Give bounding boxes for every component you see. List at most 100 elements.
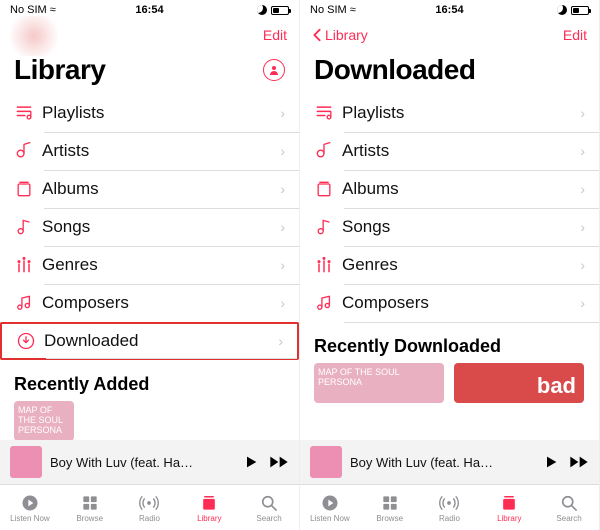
tab-radio[interactable]: Radio <box>420 485 480 530</box>
tab-listen[interactable]: Listen Now <box>300 485 360 530</box>
page-header: Downloaded <box>300 50 599 94</box>
radio-icon <box>138 493 160 513</box>
row-label: Songs <box>342 217 580 237</box>
list-row-songs[interactable]: Songs› <box>300 208 599 246</box>
clock-label: 16:54 <box>403 4 496 16</box>
list-row-artists[interactable]: Artists› <box>0 132 299 170</box>
tab-search[interactable]: Search <box>239 485 299 530</box>
now-playing-bar[interactable]: Boy With Luv (feat. Ha… <box>0 440 299 484</box>
chevron-right-icon: › <box>280 295 285 311</box>
tab-library[interactable]: Library <box>179 485 239 530</box>
tab-label: Radio <box>439 514 460 523</box>
genres-icon <box>14 255 38 275</box>
carrier-label: No SIM ≈ <box>310 4 403 16</box>
chevron-left-icon <box>312 28 322 42</box>
tab-browse[interactable]: Browse <box>60 485 120 530</box>
back-button[interactable]: Library <box>312 27 368 43</box>
list-row-playlists[interactable]: Playlists› <box>300 94 599 132</box>
library-icon <box>199 493 219 513</box>
tab-label: Search <box>556 514 581 523</box>
phone-library: No SIM ≈ 16:54 Edit Library Playlists›Ar… <box>0 0 300 530</box>
page-title: Downloaded <box>314 54 475 86</box>
list-row-albums[interactable]: Albums› <box>300 170 599 208</box>
battery-icon <box>571 6 589 15</box>
row-label: Composers <box>342 293 580 313</box>
composers-icon <box>314 293 338 313</box>
chevron-right-icon: › <box>280 219 285 235</box>
clock-label: 16:54 <box>103 4 196 16</box>
row-label: Genres <box>42 255 280 275</box>
album-card[interactable]: bad <box>454 363 584 403</box>
section-title: Recently Downloaded <box>300 322 599 363</box>
phone-downloaded: No SIM ≈ 16:54 Library Edit Downloaded P… <box>300 0 600 530</box>
tab-label: Browse <box>76 514 103 523</box>
list-row-genres[interactable]: Genres› <box>300 246 599 284</box>
battery-icon <box>271 6 289 15</box>
album-card[interactable]: MAP OF THE SOUL PERSONA <box>314 363 444 403</box>
artists-icon <box>14 141 38 161</box>
list-row-albums[interactable]: Albums› <box>0 170 299 208</box>
tab-label: Radio <box>139 514 160 523</box>
chevron-right-icon: › <box>580 257 585 273</box>
row-label: Artists <box>342 141 580 161</box>
tab-listen[interactable]: Listen Now <box>0 485 60 530</box>
genres-icon <box>314 255 338 275</box>
composers-icon <box>14 293 38 313</box>
now-playing-title: Boy With Luv (feat. Ha… <box>350 455 533 470</box>
now-playing-title: Boy With Luv (feat. Ha… <box>50 455 233 470</box>
row-label: Playlists <box>42 103 280 123</box>
row-label: Albums <box>42 179 280 199</box>
album-card[interactable]: MAP OF THE SOUL PERSONA <box>14 401 74 440</box>
chevron-right-icon: › <box>280 257 285 273</box>
tab-search[interactable]: Search <box>539 485 599 530</box>
status-bar: No SIM ≈ 16:54 <box>0 0 299 20</box>
now-playing-bar[interactable]: Boy With Luv (feat. Ha… <box>300 440 599 484</box>
tab-browse[interactable]: Browse <box>360 485 420 530</box>
forward-button[interactable] <box>569 452 589 472</box>
albums-icon <box>314 179 338 199</box>
list-row-songs[interactable]: Songs› <box>0 208 299 246</box>
list-row-downloaded[interactable]: Downloaded› <box>0 322 299 360</box>
album-cards: MAP OF THE SOUL PERSONAbad <box>300 363 599 403</box>
section-title: Recently Added <box>0 360 299 401</box>
chevron-right-icon: › <box>580 219 585 235</box>
tab-radio[interactable]: Radio <box>120 485 180 530</box>
play-button[interactable] <box>541 452 561 472</box>
tab-label: Browse <box>376 514 403 523</box>
account-button[interactable] <box>263 59 285 81</box>
tab-bar: Listen Now Browse Radio Library Search <box>300 484 599 530</box>
playlists-icon <box>14 103 38 123</box>
chevron-right-icon: › <box>580 295 585 311</box>
list-row-artists[interactable]: Artists› <box>300 132 599 170</box>
chevron-right-icon: › <box>580 143 585 159</box>
carrier-label: No SIM ≈ <box>10 4 103 16</box>
downloaded-icon <box>16 331 40 351</box>
chevron-right-icon: › <box>580 105 585 121</box>
list-row-composers[interactable]: Composers› <box>300 284 599 322</box>
forward-button[interactable] <box>269 452 289 472</box>
library-list: Playlists›Artists›Albums›Songs›Genres›Co… <box>0 94 299 440</box>
row-label: Artists <box>42 141 280 161</box>
row-label: Downloaded <box>44 331 278 351</box>
search-icon <box>559 493 579 513</box>
now-playing-artwork <box>10 446 42 478</box>
play-button[interactable] <box>241 452 261 472</box>
edit-button[interactable]: Edit <box>563 27 587 43</box>
edit-button[interactable]: Edit <box>263 27 287 43</box>
browse-icon <box>380 493 400 513</box>
row-label: Composers <box>42 293 280 313</box>
list-row-genres[interactable]: Genres› <box>0 246 299 284</box>
list-row-playlists[interactable]: Playlists› <box>0 94 299 132</box>
tab-label: Listen Now <box>10 514 50 523</box>
tab-library[interactable]: Library <box>479 485 539 530</box>
tab-label: Search <box>256 514 281 523</box>
list-row-composers[interactable]: Composers› <box>0 284 299 322</box>
person-icon <box>268 64 280 76</box>
row-label: Albums <box>342 179 580 199</box>
page-title: Library <box>14 54 105 86</box>
artists-icon <box>314 141 338 161</box>
radio-icon <box>438 493 460 513</box>
row-label: Playlists <box>342 103 580 123</box>
tab-label: Library <box>497 514 521 523</box>
chevron-right-icon: › <box>278 333 283 349</box>
